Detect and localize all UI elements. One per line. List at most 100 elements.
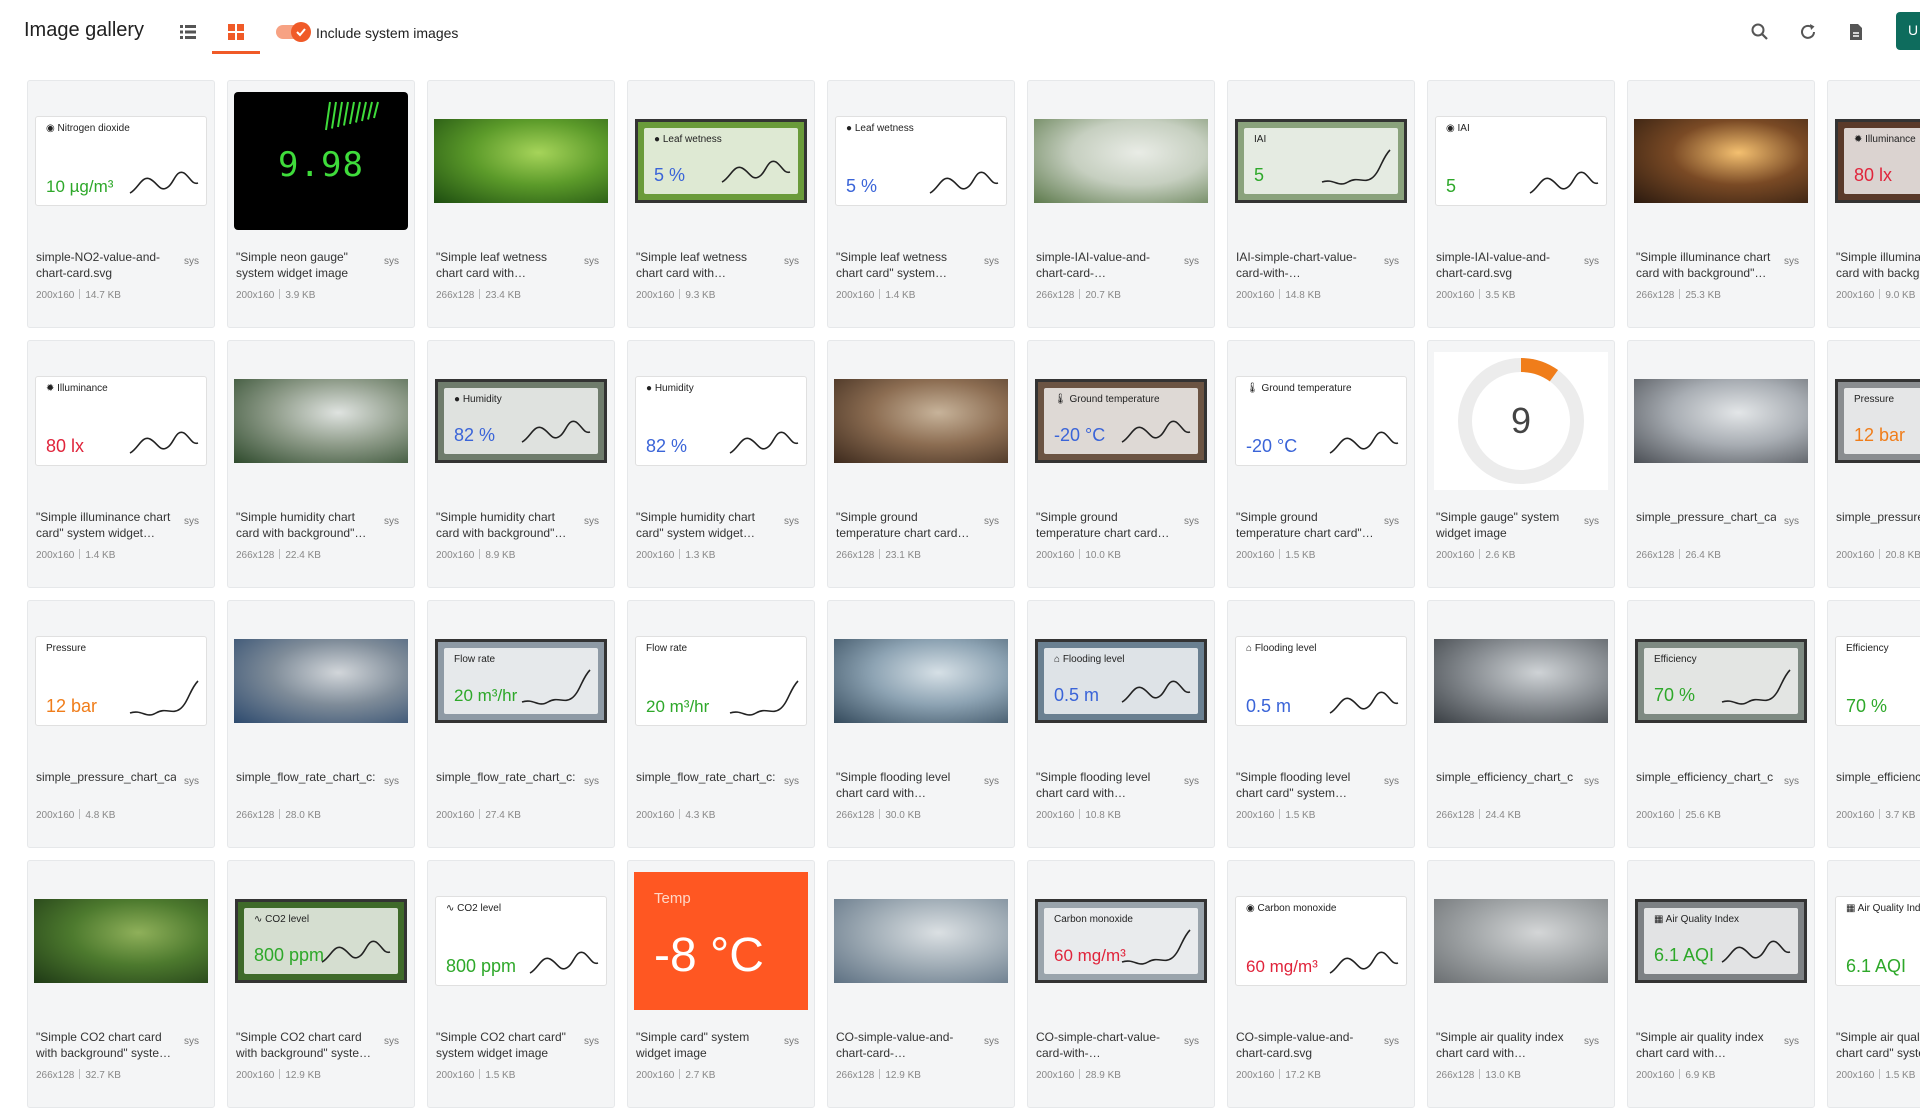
widget-preview: Efficiency 70 % [1835,636,1920,726]
include-system-images-toggle[interactable] [276,22,312,42]
file-size: 1.5 KB [485,1070,516,1081]
gallery-card[interactable]: Flow rate 20 m³/hr simple_flow_rate_chart_… [627,600,815,848]
gallery-card[interactable]: IAI 5 IAI-simple-chart-value-card-with-… sy… [1227,80,1415,328]
gallery-card[interactable]: Pressure 12 bar simple_pressure_chart_ca sy… [27,600,215,848]
card-meta: 200x160 12.9 KB [236,1069,321,1081]
gallery-card[interactable]: ● Humidity 82 % "Simple humidity chart car… [627,340,815,588]
gallery-card[interactable]: ⌂ Flooding level 0.5 m "Simple flooding le… [1227,600,1415,848]
gallery-card[interactable]: simple_efficiency_chart_c sys 266x128 24.4 … [1427,600,1615,848]
image-dimensions: 266x128 [1036,290,1075,301]
image-dimensions: 200x160 [1436,550,1475,561]
file-size: 32.7 KB [85,1070,121,1081]
gallery-card[interactable]: simple_pressure_chart_ca sys 266x128 26.4 K… [1627,340,1815,588]
list-view-button[interactable] [170,14,206,50]
card-meta: 200x160 8.9 KB [436,549,515,561]
card-thumbnail: ⌂ Flooding level 0.5 m [1034,607,1208,755]
widget-preview: ● Leaf wetness 5 % [835,116,1007,206]
widget-preview: Flow rate 20 m³/hr [435,639,607,723]
gallery-card[interactable]: "Simple CO2 chart card with background" … [27,860,215,1108]
card-thumbnail [1634,87,1808,235]
sparkline-icon [1121,420,1191,443]
gallery-card[interactable]: 🌡 Ground temperature -20 °C "Simple ground… [1027,340,1215,588]
sparkline-icon [129,431,199,454]
gallery-card[interactable]: "Simple illuminance chart card with back… [1627,80,1815,328]
gallery-card[interactable]: Efficiency 70 % simple_efficiency… 200x160 3… [1827,600,1920,848]
gallery-card[interactable]: "Simple humidity chart card with backgro… [227,340,415,588]
sparkline-icon [321,940,391,963]
file-size: 10.8 KB [1085,810,1121,821]
file-size: 1.5 KB [1285,550,1316,561]
export-button[interactable] [1842,18,1870,46]
card-thumbnail: IAI 5 [1234,87,1408,235]
refresh-button[interactable] [1794,18,1822,46]
gallery-card[interactable]: ✹ Illuminance 80 lx "Simple illuminance ch… [27,340,215,588]
gallery-card[interactable]: "Simple ground temperature chart card… sy… [827,340,1015,588]
toggle-knob [291,22,311,42]
widget-label: Flow rate [454,654,496,665]
gallery-card[interactable]: Flow rate 20 m³/hr simple_flow_rate_chart_… [427,600,615,848]
meta-divider [479,289,481,299]
sparkline-icon [1721,940,1791,963]
grid-view-button[interactable] [218,14,254,50]
widget-preview: Pressure 12 bar [35,636,207,726]
gallery-card[interactable]: ✹ Illuminance 80 lx "Simple illuminance ch… [1827,80,1920,328]
gauge-value: 9 [1510,400,1532,441]
card-meta: 200x160 10.0 KB [1036,549,1121,561]
gallery-card[interactable]: CO-simple-value-and-chart-card-… sys 266x1… [827,860,1015,1108]
gallery-card[interactable]: Pressure12 barsimple_pressure_…200x16020… [1827,340,1920,588]
system-badge: sys [584,776,599,787]
image-dimensions: 200x160 [36,550,75,561]
meta-divider [79,809,81,819]
gallery-card[interactable]: 9 "Simple gauge" system widget image sys 20… [1427,340,1615,588]
gallery-card[interactable]: Efficiency 70 % simple_efficiency_chart_c s… [1627,600,1815,848]
gallery-card[interactable]: ◉ Nitrogen dioxide 10 µg/m³ simple-NO2-val… [27,80,215,328]
search-button[interactable] [1746,18,1774,46]
gallery-card[interactable]: ● Humidity 82 % "Simple humidity chart car… [427,340,615,588]
gallery-card[interactable]: 🌡 Ground temperature -20 °C "Simple ground… [1227,340,1415,588]
gallery-card[interactable]: ● Leaf wetness 5 % "Simple leaf wetness ch… [627,80,815,328]
gallery-card[interactable]: Temp -8 °C "Simple card" system widget ima… [627,860,815,1108]
upload-button[interactable]: U [1896,12,1920,50]
gallery-card[interactable]: simple_flow_rate_chart_c: sys 266x128 28.0 … [227,600,415,848]
file-size: 27.4 KB [485,810,521,821]
refresh-icon [1801,24,1815,39]
gallery-card[interactable]: ● Leaf wetness 5 % "Simple leaf wetness ch… [827,80,1015,328]
widget-preview: Efficiency 70 % [1635,639,1807,723]
gallery-card[interactable]: ∿ CO2 level 800 ppm "Simple CO2 chart card… [227,860,415,1108]
gallery-card[interactable]: simple-IAI-value-and-chart-card-… sys 266x… [1027,80,1215,328]
gallery-card[interactable]: ⌂ Flooding level 0.5 m "Simple flooding le… [1027,600,1215,848]
gallery-card[interactable]: "Simple air quality index chart card wit… [1427,860,1615,1108]
widget-value: 82 % [454,425,496,445]
card-thumbnail: ✹ Illuminance 80 lx [1834,87,1920,235]
gallery-card[interactable]: "Simple leaf wetness chart card with… sys… [427,80,615,328]
meta-divider [1479,549,1481,559]
gallery-card[interactable]: Carbon monoxide 60 mg/m³ CO-simple-chart-v… [1027,860,1215,1108]
gallery-card[interactable]: ▦ Air Quality Index 6.1 AQI "Simple air qu… [1627,860,1815,1108]
widget-preview: ∿ CO2 level 800 ppm [435,896,607,986]
meta-divider [1079,289,1081,299]
file-size: 14.8 KB [1285,290,1321,301]
widget-preview: 🌡 Ground temperature -20 °C [1235,376,1407,466]
widget-value: 70 % [1846,696,1888,716]
card-meta: 200x160 2.6 KB [1436,549,1515,561]
widget-value: 800 ppm [254,945,325,965]
gallery-card[interactable]: 9.98 "Simple neon gauge" system widget im… [227,80,415,328]
system-badge: sys [984,516,999,527]
active-view-indicator [212,51,260,54]
system-badge: sys [1184,516,1199,527]
gallery-card[interactable]: ▦ Air Quality Index 6.1 AQI "Simple air qu… [1827,860,1920,1108]
gallery-card[interactable]: ◉ Carbon monoxide 60 mg/m³ CO-simple-value… [1227,860,1415,1108]
widget-value: 0.5 m [1246,696,1292,716]
widget-label: 🌡 Ground temperature [1054,394,1160,405]
image-dimensions: 200x160 [1236,810,1275,821]
sparkline-icon [521,420,591,443]
card-thumbnail: ∿ CO2 level 800 ppm [434,867,608,1015]
card-meta: 266x128 30.0 KB [836,809,921,821]
card-thumbnail: Pressure 12 bar [1834,347,1920,495]
gallery-card[interactable]: ◉ IAI 5 simple-IAI-value-and-chart-card.sv… [1427,80,1615,328]
system-badge: sys [1584,516,1599,527]
file-size: 25.6 KB [1685,810,1721,821]
widget-label: ◉ IAI [1446,123,1470,134]
gallery-card[interactable]: ∿ CO2 level 800 ppm "Simple CO2 chart card… [427,860,615,1108]
gallery-card[interactable]: "Simple flooding level chart card with… s… [827,600,1015,848]
